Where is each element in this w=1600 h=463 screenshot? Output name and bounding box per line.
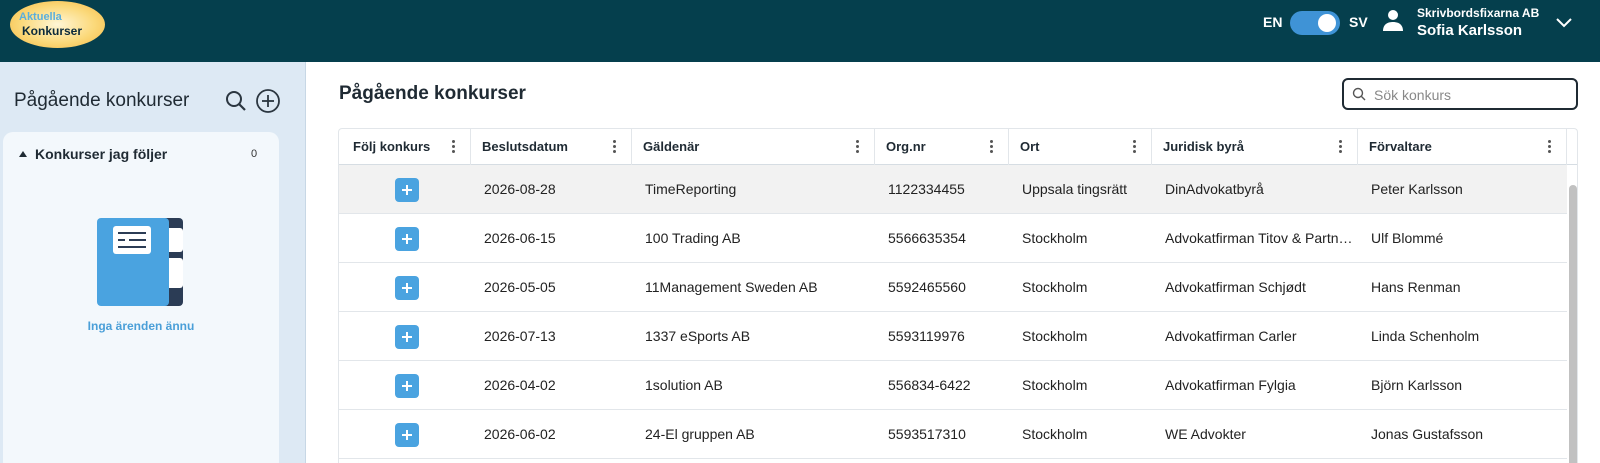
column-label: Ort	[1020, 139, 1040, 154]
cell-firm: Advokatfirman Schjødt	[1165, 279, 1306, 295]
cell-administrator: Peter Karlsson	[1371, 181, 1463, 197]
cell-administrator: Björn Karlsson	[1371, 377, 1463, 393]
followed-count: 0	[251, 148, 258, 160]
toggle-knob	[1318, 14, 1336, 32]
table-row[interactable]: 2026-07-13 1337 eSports AB 5593119976 St…	[339, 312, 1567, 361]
cell-city: Stockholm	[1022, 377, 1088, 393]
cell-debtor: 24-El gruppen AB	[645, 426, 755, 442]
cell-firm: WE Advokter	[1165, 426, 1246, 442]
company-name: Skrivbordsfixarna AB	[1417, 6, 1540, 20]
cell-orgnr: 5566635354	[888, 230, 966, 246]
followed-section-title[interactable]: Konkurser jag följer	[35, 146, 167, 162]
table-row[interactable]: 2026-06-02 24-El gruppen AB 5593517310 S…	[339, 410, 1567, 459]
logo[interactable]: Aktuella Konkurser	[10, 1, 105, 48]
table-row[interactable]: 2026-04-02 1solution AB 556834-6422 Stoc…	[339, 361, 1567, 410]
cell-date: 2026-07-13	[484, 328, 556, 344]
sidebar: Pågående konkurser Konkurser jag följer …	[0, 62, 306, 463]
column-label: Förvaltare	[1369, 139, 1432, 154]
search-icon[interactable]	[225, 90, 247, 112]
page-title: Pågående konkurser	[339, 83, 526, 104]
cell-debtor: 1337 eSports AB	[645, 328, 751, 344]
cell-date: 2026-06-02	[484, 426, 556, 442]
cell-administrator: Ulf Blommé	[1371, 230, 1444, 246]
column-menu-icon[interactable]	[1548, 140, 1552, 154]
follow-button[interactable]	[395, 178, 419, 202]
cell-city: Stockholm	[1022, 328, 1088, 344]
user-icon[interactable]	[1381, 8, 1405, 32]
cell-administrator: Hans Renman	[1371, 279, 1461, 295]
empty-state-text: Inga ärenden ännu	[87, 319, 195, 333]
column-header-administrator[interactable]: Förvaltare	[1358, 129, 1567, 165]
cell-debtor: 11Management Sweden AB	[645, 279, 818, 295]
follow-button[interactable]	[395, 374, 419, 398]
cell-city: Uppsala tingsrätt	[1022, 181, 1128, 197]
search-input[interactable]	[1374, 84, 1570, 106]
cell-debtor: 100 Trading AB	[645, 230, 741, 246]
cell-orgnr: 556834-6422	[888, 377, 971, 393]
cell-administrator: Linda Schenholm	[1371, 328, 1480, 344]
cell-city: Stockholm	[1022, 279, 1088, 295]
cell-orgnr: 5593119976	[888, 328, 965, 344]
cell-debtor: TimeReporting	[645, 181, 737, 197]
cell-date: 2026-04-02	[484, 377, 556, 393]
cell-city: Stockholm	[1022, 230, 1088, 246]
folder-document-icon	[97, 218, 183, 306]
cell-firm: DinAdvokatbyrå	[1165, 181, 1264, 197]
search-icon	[1352, 87, 1366, 101]
cell-date: 2026-08-28	[484, 181, 556, 197]
language-en-label: EN	[1263, 14, 1283, 30]
cell-orgnr: 5592465560	[888, 279, 966, 295]
cell-orgnr: 1122334455	[888, 181, 965, 197]
logo-line2: Konkurser	[22, 24, 83, 38]
column-header-debtor[interactable]: Gäldenär	[632, 129, 875, 165]
column-menu-icon[interactable]	[613, 140, 617, 154]
column-header-city[interactable]: Ort	[1009, 129, 1152, 165]
plus-circle-icon[interactable]	[255, 88, 281, 114]
language-toggle[interactable]	[1290, 11, 1340, 35]
cell-firm: Advokatfirman Titov & Partners	[1165, 230, 1355, 246]
cell-firm: Advokatfirman Carler	[1165, 328, 1297, 344]
column-menu-icon[interactable]	[1133, 140, 1137, 154]
column-label: Gäldenär	[643, 139, 700, 154]
bankruptcy-table: Följ konkurs Beslutsdatum Gäldenär Org.n…	[338, 128, 1578, 463]
followed-bankruptcies-panel: Konkurser jag följer 0 Inga ärenden ännu	[3, 132, 279, 463]
cell-orgnr: 5593517310	[888, 426, 966, 442]
table-row[interactable]: 2026-06-15 100 Trading AB 5566635354 Sto…	[339, 214, 1567, 263]
sidebar-title: Pågående konkurser	[14, 90, 190, 111]
cell-administrator: Jonas Gustafsson	[1371, 426, 1484, 442]
cell-debtor: 1solution AB	[645, 377, 723, 393]
follow-button[interactable]	[395, 423, 419, 447]
search-field[interactable]	[1342, 78, 1578, 110]
cell-city: Stockholm	[1022, 426, 1088, 442]
column-menu-icon[interactable]	[452, 140, 456, 154]
collapse-arrow-icon[interactable]	[19, 151, 27, 157]
column-menu-icon[interactable]	[1339, 140, 1343, 154]
column-menu-icon[interactable]	[856, 140, 860, 154]
cell-date: 2026-06-15	[484, 230, 556, 246]
table-row[interactable]: 2026-08-28 TimeReporting 1122334455 Upps…	[339, 165, 1567, 214]
column-header-date[interactable]: Beslutsdatum	[471, 129, 632, 165]
column-menu-icon[interactable]	[990, 140, 994, 154]
column-header-follow[interactable]: Följ konkurs	[339, 129, 471, 165]
user-name[interactable]: Sofia Karlsson	[1417, 22, 1522, 39]
cell-date: 2026-05-05	[484, 279, 556, 295]
cell-firm: Advokatfirman Fylgia	[1165, 377, 1296, 393]
follow-button[interactable]	[395, 276, 419, 300]
language-sv-label: SV	[1349, 14, 1368, 30]
table-scrollbar[interactable]	[1569, 185, 1577, 463]
chevron-down-icon[interactable]	[1555, 15, 1573, 29]
column-label: Följ konkurs	[353, 139, 431, 154]
column-header-orgnr[interactable]: Org.nr	[875, 129, 1009, 165]
follow-button[interactable]	[395, 227, 419, 251]
column-label: Beslutsdatum	[482, 139, 568, 154]
logo-line1: Aktuella	[19, 11, 62, 23]
follow-button[interactable]	[395, 325, 419, 349]
column-header-firm[interactable]: Juridisk byrå	[1152, 129, 1358, 165]
table-row[interactable]: 2026-05-05 11Management Sweden AB 559246…	[339, 263, 1567, 312]
column-label: Juridisk byrå	[1163, 139, 1244, 154]
top-bar: Aktuella Konkurser EN SV Skrivbordsfixar…	[0, 0, 1600, 62]
table-header: Följ konkurs Beslutsdatum Gäldenär Org.n…	[339, 129, 1577, 165]
column-label: Org.nr	[886, 139, 926, 154]
